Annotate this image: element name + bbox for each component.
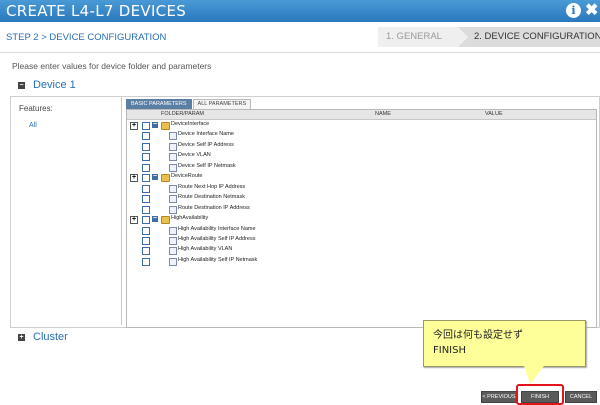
- row-checkbox[interactable]: [142, 236, 150, 245]
- folder-icon: [161, 216, 170, 225]
- dialog-title: CREATE L4-L7 DEVICES: [6, 2, 187, 20]
- parameter-icon: [169, 163, 177, 172]
- param-label: Route Next Hop IP Address: [178, 183, 246, 190]
- row-checkbox[interactable]: [142, 184, 150, 193]
- callout-line-2: FINISH: [433, 345, 466, 356]
- param-row: Route Destination Netmask: [127, 194, 596, 205]
- close-icon[interactable]: ✖: [585, 2, 598, 19]
- folder-row: + − HighAvailability: [127, 215, 596, 226]
- param-row: Device VLAN: [127, 152, 596, 163]
- folder-label: DeviceInterface: [171, 121, 210, 127]
- parameter-icon: [169, 226, 177, 235]
- expand-icon[interactable]: +: [18, 334, 25, 341]
- row-checkbox[interactable]: [142, 216, 150, 225]
- param-row: Device Self IP Netmask: [127, 163, 596, 174]
- parameter-icon: [169, 236, 177, 245]
- cluster-section-title: Cluster: [33, 331, 68, 343]
- device-section-header[interactable]: − Device 1: [18, 79, 76, 91]
- features-label: Features:: [19, 104, 53, 113]
- step-label: STEP 2 > DEVICE CONFIGURATION: [6, 32, 167, 43]
- folder-icon: [161, 122, 170, 130]
- param-row: High Availability VLAN: [127, 246, 596, 257]
- expand-icon[interactable]: +: [130, 216, 138, 225]
- wizard-step-general[interactable]: 1. GENERAL: [378, 27, 468, 47]
- parameter-icon: [169, 153, 177, 162]
- parameter-icon: [169, 142, 177, 151]
- row-checkbox[interactable]: [142, 226, 150, 235]
- param-label: Device Self IP Address: [178, 141, 234, 148]
- expand-icon[interactable]: +: [130, 174, 138, 183]
- parameter-tabs: BASIC PARAMETERS ALL PARAMETERS: [126, 99, 252, 109]
- column-header-folder-param: FOLDER/PARAM: [161, 111, 204, 117]
- column-header-value: VALUE: [485, 111, 503, 117]
- parameter-icon: [169, 205, 177, 214]
- row-checkbox[interactable]: [142, 142, 150, 151]
- feature-item-all[interactable]: All: [29, 122, 37, 129]
- row-checkbox[interactable]: [142, 247, 150, 256]
- collapse-icon[interactable]: −: [152, 121, 158, 128]
- row-checkbox[interactable]: [142, 163, 150, 172]
- wizard-steps: 1. GENERAL 2. DEVICE CONFIGURATION: [378, 27, 600, 47]
- annotation-callout: 今回は何も設定せず FINISH: [423, 320, 586, 384]
- folder-label: HighAvailability: [171, 215, 209, 222]
- tab-basic-parameters[interactable]: BASIC PARAMETERS: [126, 99, 192, 109]
- row-checkbox[interactable]: [142, 205, 150, 214]
- device-section-title: Device 1: [33, 79, 76, 91]
- param-row: High Availability Self IP Netmask: [127, 257, 596, 268]
- param-label: High Availability Self IP Netmask: [178, 256, 258, 263]
- parameter-icon: [169, 195, 177, 204]
- row-checkbox[interactable]: [142, 195, 150, 204]
- grid-header: FOLDER/PARAM NAME VALUE: [127, 110, 596, 120]
- folder-row: + − DeviceInterface: [127, 121, 596, 132]
- parameter-grid: FOLDER/PARAM NAME VALUE + − DeviceInterfac…: [126, 109, 597, 328]
- param-row: High Availability Interface Name: [127, 226, 596, 237]
- collapse-icon[interactable]: −: [152, 215, 158, 223]
- parameter-icon: [169, 257, 177, 266]
- param-label: Device Interface Name: [178, 131, 234, 138]
- folder-icon: [161, 174, 170, 183]
- param-label: Route Destination Netmask: [178, 194, 245, 201]
- title-bar: CREATE L4-L7 DEVICES i ✖: [0, 0, 600, 22]
- param-label: High Availability Interface Name: [178, 225, 256, 232]
- folder-label: DeviceRoute: [171, 173, 203, 180]
- info-icon[interactable]: i: [566, 3, 581, 18]
- param-label: Device VLAN: [178, 152, 211, 159]
- callout-line-1: 今回は何も設定せず: [433, 330, 523, 341]
- parameter-icon: [169, 184, 177, 193]
- wizard-step-device-configuration: 2. DEVICE CONFIGURATION: [458, 27, 600, 47]
- row-checkbox[interactable]: [142, 153, 150, 162]
- collapse-icon[interactable]: −: [152, 173, 158, 181]
- collapse-icon[interactable]: −: [18, 82, 25, 89]
- tab-all-parameters[interactable]: ALL PARAMETERS: [192, 99, 252, 109]
- expand-icon[interactable]: +: [130, 122, 138, 130]
- row-checkbox[interactable]: [142, 132, 150, 141]
- param-row: Route Destination IP Address: [127, 205, 596, 216]
- parameter-icon: [169, 247, 177, 256]
- param-row: Route Next Hop IP Address: [127, 184, 596, 195]
- row-checkbox[interactable]: [142, 174, 150, 183]
- intro-text: Please enter values for device folder an…: [12, 61, 212, 71]
- row-checkbox[interactable]: [142, 122, 150, 130]
- param-row: Device Interface Name: [127, 131, 596, 142]
- param-label: Route Destination IP Address: [178, 204, 250, 211]
- cluster-section-header[interactable]: + Cluster: [18, 331, 68, 343]
- param-label: High Availability VLAN: [178, 246, 233, 253]
- previous-button[interactable]: < PREVIOUS: [481, 391, 517, 403]
- param-row: High Availability Self IP Address: [127, 236, 596, 247]
- param-label: High Availability Self IP Address: [178, 235, 256, 242]
- cancel-button[interactable]: CANCEL: [565, 391, 597, 403]
- parameter-icon: [169, 132, 177, 141]
- param-label: Device Self IP Netmask: [178, 162, 236, 169]
- finish-button[interactable]: FINISH: [521, 391, 559, 403]
- column-header-name: NAME: [375, 111, 391, 117]
- param-row: Device Self IP Address: [127, 142, 596, 153]
- row-checkbox[interactable]: [142, 257, 150, 266]
- folder-row: + − DeviceRoute: [127, 173, 596, 184]
- features-panel: Features: All: [13, 97, 122, 325]
